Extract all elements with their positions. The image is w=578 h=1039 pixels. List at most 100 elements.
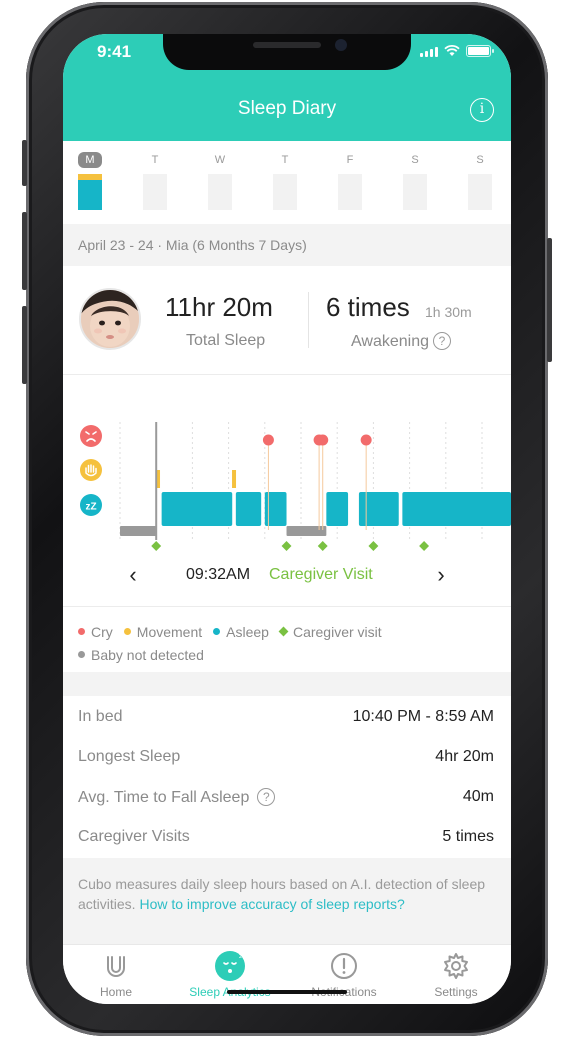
day-tuesday[interactable]: T	[143, 152, 167, 210]
tab-label: Home	[99, 985, 132, 999]
day-letter: F	[346, 154, 354, 166]
volume-down-button	[22, 306, 27, 384]
info-icon[interactable]: i	[470, 98, 494, 122]
asleep-bar	[358, 492, 399, 526]
cry-point	[262, 434, 274, 446]
date-line: April 23 - 24 · Mia (6 Months 7 Days)	[63, 224, 511, 266]
stat-avg-fall-asleep: Avg. Time to Fall Asleep? 40m	[78, 788, 494, 828]
status-icons	[420, 45, 494, 57]
silent-switch	[22, 140, 27, 186]
svg-text:z: z	[239, 954, 242, 960]
tab-settings[interactable]: Settings	[406, 949, 506, 999]
stat-value: 4hr 20m	[435, 748, 494, 765]
chevron-right-icon[interactable]: ›	[429, 562, 453, 588]
stat-value: 10:40 PM - 8:59 AM	[352, 708, 494, 725]
visit-navigator: ‹ 09:32AM Caregiver Visit ›	[63, 562, 511, 592]
day-sleep-bar	[208, 174, 232, 210]
stat-label: In bed	[78, 708, 123, 725]
legend-caregiver: Caregiver visit	[278, 624, 382, 640]
caregiver-point	[368, 541, 379, 551]
stat-label-row: Avg. Time to Fall Asleep?	[78, 788, 276, 807]
gear-icon	[406, 949, 506, 983]
asleep-bar	[326, 492, 349, 526]
day-sleep-bar	[143, 174, 167, 210]
day-letter: S	[476, 154, 484, 166]
day-sleep-bar	[78, 174, 102, 210]
day-sleep-bar	[338, 174, 362, 210]
chevron-left-icon[interactable]: ‹	[121, 562, 145, 588]
awakening-duration: 1h 30m	[425, 304, 472, 320]
stat-value: 5 times	[442, 828, 494, 845]
day-sleep-bar	[403, 174, 427, 210]
caregiver-point	[281, 541, 292, 551]
day-letter: W	[214, 154, 226, 166]
footnote: Cubo measures daily sleep hours based on…	[63, 858, 511, 944]
total-sleep-label: Total Sleep	[186, 332, 266, 349]
day-sunday[interactable]: S	[468, 152, 492, 210]
tab-label: Settings	[434, 985, 478, 999]
app-screen: 9:41 Sleep Diary i M T W T F S S April 2…	[63, 34, 511, 1004]
stat-value: 40m	[462, 788, 494, 805]
awakening-count: 6 times	[326, 292, 410, 322]
asleep-bar	[235, 492, 262, 526]
signal-icon	[420, 47, 438, 57]
day-friday[interactable]: F	[338, 152, 362, 210]
status-time: 9:41	[97, 42, 132, 61]
sleep-analytics-icon: z	[180, 949, 280, 983]
day-letter: S	[411, 154, 419, 166]
notch	[163, 34, 411, 70]
asleep-icon: zZ	[80, 494, 102, 516]
caregiver-point	[419, 541, 430, 551]
power-button	[547, 238, 552, 362]
caregiver-point	[317, 541, 328, 551]
day-letter: M	[78, 152, 102, 168]
caregiver-point	[151, 541, 162, 551]
total-sleep-value: 11hr 20m	[165, 292, 273, 322]
bottom-tab-bar: Home z Sleep Analytics Notif	[63, 944, 511, 1004]
baby-avatar	[79, 288, 141, 350]
day-letter: T	[281, 154, 289, 166]
awakening-label: Awakening	[351, 333, 429, 350]
home-indicator	[227, 990, 347, 994]
stat-longest-sleep: Longest Sleep 4hr 20m	[78, 748, 494, 788]
wifi-icon	[444, 45, 460, 56]
legend-movement: Movement	[123, 624, 202, 640]
movement-mark	[232, 470, 237, 488]
awakening-label-row: Awakening?	[351, 332, 451, 351]
legend-not-detected: Baby not detected	[78, 647, 204, 663]
cry-point	[360, 434, 372, 446]
day-wednesday[interactable]: W	[208, 152, 232, 210]
battery-icon	[466, 45, 494, 57]
visit-time: 09:32AM	[186, 566, 251, 583]
stat-label: Avg. Time to Fall Asleep	[78, 789, 250, 806]
divider	[63, 374, 511, 375]
day-saturday[interactable]: S	[403, 152, 427, 210]
cry-point	[317, 434, 329, 446]
home-icon	[66, 949, 166, 983]
day-thursday[interactable]: T	[273, 152, 297, 210]
notifications-icon	[294, 949, 394, 983]
asleep-bar	[402, 492, 511, 526]
asleep-bar	[161, 492, 233, 526]
day-sleep-bar	[468, 174, 492, 210]
week-selector: M T W T F S S	[63, 152, 511, 222]
tab-home[interactable]: Home	[66, 949, 166, 999]
help-icon[interactable]: ?	[257, 788, 276, 806]
svg-text:zZ: zZ	[85, 502, 96, 513]
volume-up-button	[22, 212, 27, 290]
day-sleep-bar	[273, 174, 297, 210]
visit-label: Caregiver Visit	[269, 566, 373, 583]
day-letter: T	[151, 154, 159, 166]
chart-legend: Cry Movement Asleep Caregiver visit Baby…	[78, 620, 498, 666]
not-detected-bar	[120, 526, 157, 536]
legend-asleep: Asleep	[213, 624, 269, 640]
accuracy-help-link[interactable]: How to improve accuracy of sleep reports…	[139, 896, 404, 912]
help-icon[interactable]: ?	[432, 332, 451, 350]
day-monday[interactable]: M	[78, 152, 102, 210]
section-spacer	[63, 672, 511, 696]
summary-divider	[308, 292, 309, 348]
sleep-timeline-chart[interactable]: 89101112123456 zZ	[63, 382, 511, 552]
stat-label: Longest Sleep	[78, 748, 181, 765]
divider	[63, 606, 511, 607]
stat-in-bed: In bed 10:40 PM - 8:59 AM	[78, 708, 494, 748]
